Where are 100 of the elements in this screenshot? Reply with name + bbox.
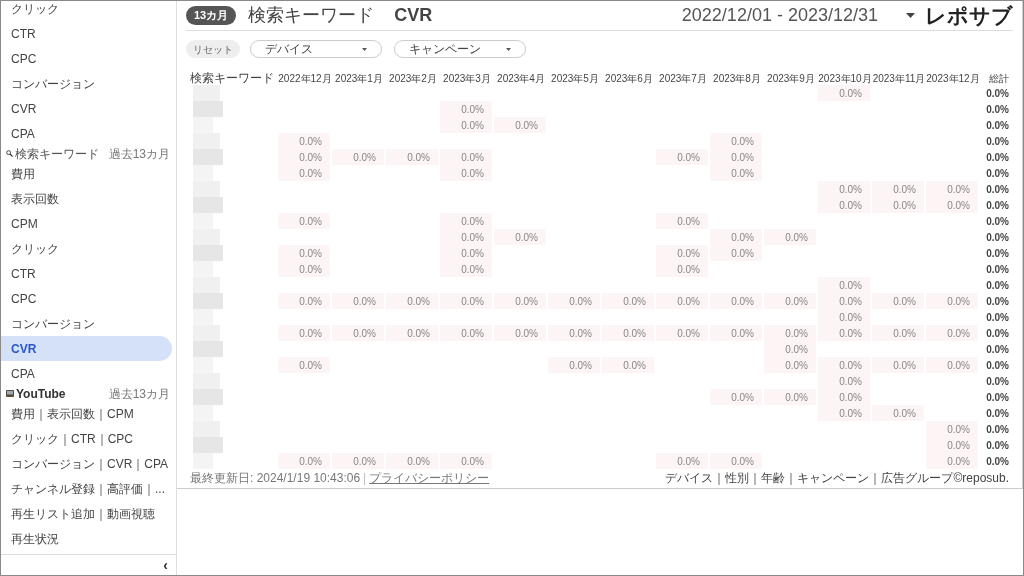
column-header: 検索キーワード [190,70,275,87]
sidebar-item[interactable]: 表示回数 [1,186,176,211]
blurred-keyword [193,277,220,293]
sidebar-item[interactable]: コンバージョン [1,71,176,96]
total-cell-text: 0.0% [985,198,1009,213]
table-cell: 0.0% [656,149,708,165]
table-cell: 0.0% [818,309,870,325]
table-cell: 0.0% [440,293,492,309]
table-cell: 0.0% [440,245,492,261]
sidebar-item[interactable]: チャンネル登録｜高評価｜... [1,476,176,501]
total-cell-text: 0.0% [985,390,1009,405]
table-cell: 0.0% [332,149,384,165]
table-cell: 0.0% [818,325,870,341]
collapse-button[interactable]: ‹ [163,558,168,572]
sidebar-item[interactable]: 費用 [1,161,176,186]
table-cell: 0.0% [278,261,330,277]
column-header: 2023年4月 [496,71,546,86]
total-cell-text: 0.0% [985,230,1009,245]
column-header: 2023年6月 [604,71,654,86]
caret-icon [506,47,511,51]
table-cell: 0.0% [602,325,654,341]
sidebar-item[interactable]: CPC [1,46,176,71]
sidebar-item[interactable]: CPA [1,121,176,146]
table-cell: 0.0% [764,389,816,405]
sidebar-item[interactable]: CPM [1,211,176,236]
column-header: 総計 [988,71,1009,86]
blurred-keyword [193,85,220,101]
sidebar-item[interactable]: クリック｜CTR｜CPC [1,426,176,451]
total-cell-text: 0.0% [985,278,1009,293]
column-header: 2023年11月 [872,71,926,86]
table-cell: 0.0% [278,213,330,229]
table-cell: 0.0% [764,229,816,245]
sidebar-item[interactable]: 再生リスト追加｜動画視聴 [1,501,176,526]
table-cell: 0.0% [872,405,924,421]
table-cell: 0.0% [926,181,978,197]
section-heading: 検索キーワード [15,147,99,160]
table-cell: 0.0% [818,405,870,421]
blurred-keyword [193,133,220,149]
sidebar-item[interactable]: クリック [1,1,176,21]
total-cell-text: 0.0% [985,454,1009,469]
total-cell-text: 0.0% [985,422,1009,437]
table-cell: 0.0% [764,341,816,357]
total-cell-text: 0.0% [985,166,1009,181]
total-cell-text: 0.0% [985,214,1009,229]
sidebar-item[interactable]: CTR [1,261,176,286]
table-cell: 0.0% [926,453,978,469]
sidebar-item[interactable]: 費用｜表示回数｜CPM [1,401,176,426]
table-cell: 0.0% [278,453,330,469]
metric-title: CVR [394,4,433,27]
table-cell: 0.0% [278,165,330,181]
period-label: 過去13カ月 [108,147,170,160]
table-cell: 0.0% [278,357,330,373]
table-cell: 0.0% [656,245,708,261]
table-cell: 0.0% [656,261,708,277]
table-cell: 0.0% [872,181,924,197]
sidebar-item[interactable]: 再生状況 [1,526,176,551]
total-cell-text: 0.0% [985,102,1009,117]
table-cell: 0.0% [386,293,438,309]
column-header: 2022年12月 [278,71,332,86]
table-cell: 0.0% [386,149,438,165]
caret-icon[interactable] [906,13,915,18]
table-cell: 0.0% [494,293,546,309]
sidebar-item[interactable]: CPC [1,286,176,311]
sidebar-item[interactable]: クリック [1,236,176,261]
total-cell-text: 0.0% [985,86,1009,101]
total-cell-text: 0.0% [985,294,1009,309]
table-cell: 0.0% [278,293,330,309]
sidebar-item[interactable]: CPA [1,361,176,386]
table-cell: 0.0% [926,293,978,309]
table-cell: 0.0% [656,213,708,229]
total-cell-text: 0.0% [985,262,1009,277]
table-cell: 0.0% [710,389,762,405]
total-cell-text: 0.0% [985,118,1009,133]
table-cell: 0.0% [710,165,762,181]
table-cell: 0.0% [872,325,924,341]
table-cell: 0.0% [440,213,492,229]
blurred-keyword [193,229,220,245]
reset-button[interactable]: リセット [186,40,240,58]
table-cell: 0.0% [656,453,708,469]
table-cell: 0.0% [710,325,762,341]
sidebar-item[interactable]: CVR [1,336,172,361]
sidebar-item[interactable]: コンバージョン｜CVR｜CPA [1,451,176,476]
table-cell: 0.0% [764,293,816,309]
table-cell: 0.0% [278,325,330,341]
table-cell: 0.0% [872,197,924,213]
table-cell: 0.0% [494,325,546,341]
table-cell: 0.0% [926,437,978,453]
table-cell: 0.0% [332,293,384,309]
column-header: 2023年10月 [818,71,872,86]
column-header: 2023年9月 [766,71,816,86]
sidebar-item[interactable]: コンバージョン [1,311,176,336]
table-cell: 0.0% [548,325,600,341]
sidebar-item[interactable]: CTR [1,21,176,46]
column-header: 2023年2月 [388,71,438,86]
table-cell: 0.0% [818,181,870,197]
table-cell: 0.0% [440,261,492,277]
date-range[interactable]: 2022/12/01 - 2023/12/31 [681,2,878,29]
table-cell: 0.0% [710,229,762,245]
sidebar-item[interactable]: CVR [1,96,176,121]
privacy-policy-link[interactable]: プライバシーポリシー [369,469,490,487]
